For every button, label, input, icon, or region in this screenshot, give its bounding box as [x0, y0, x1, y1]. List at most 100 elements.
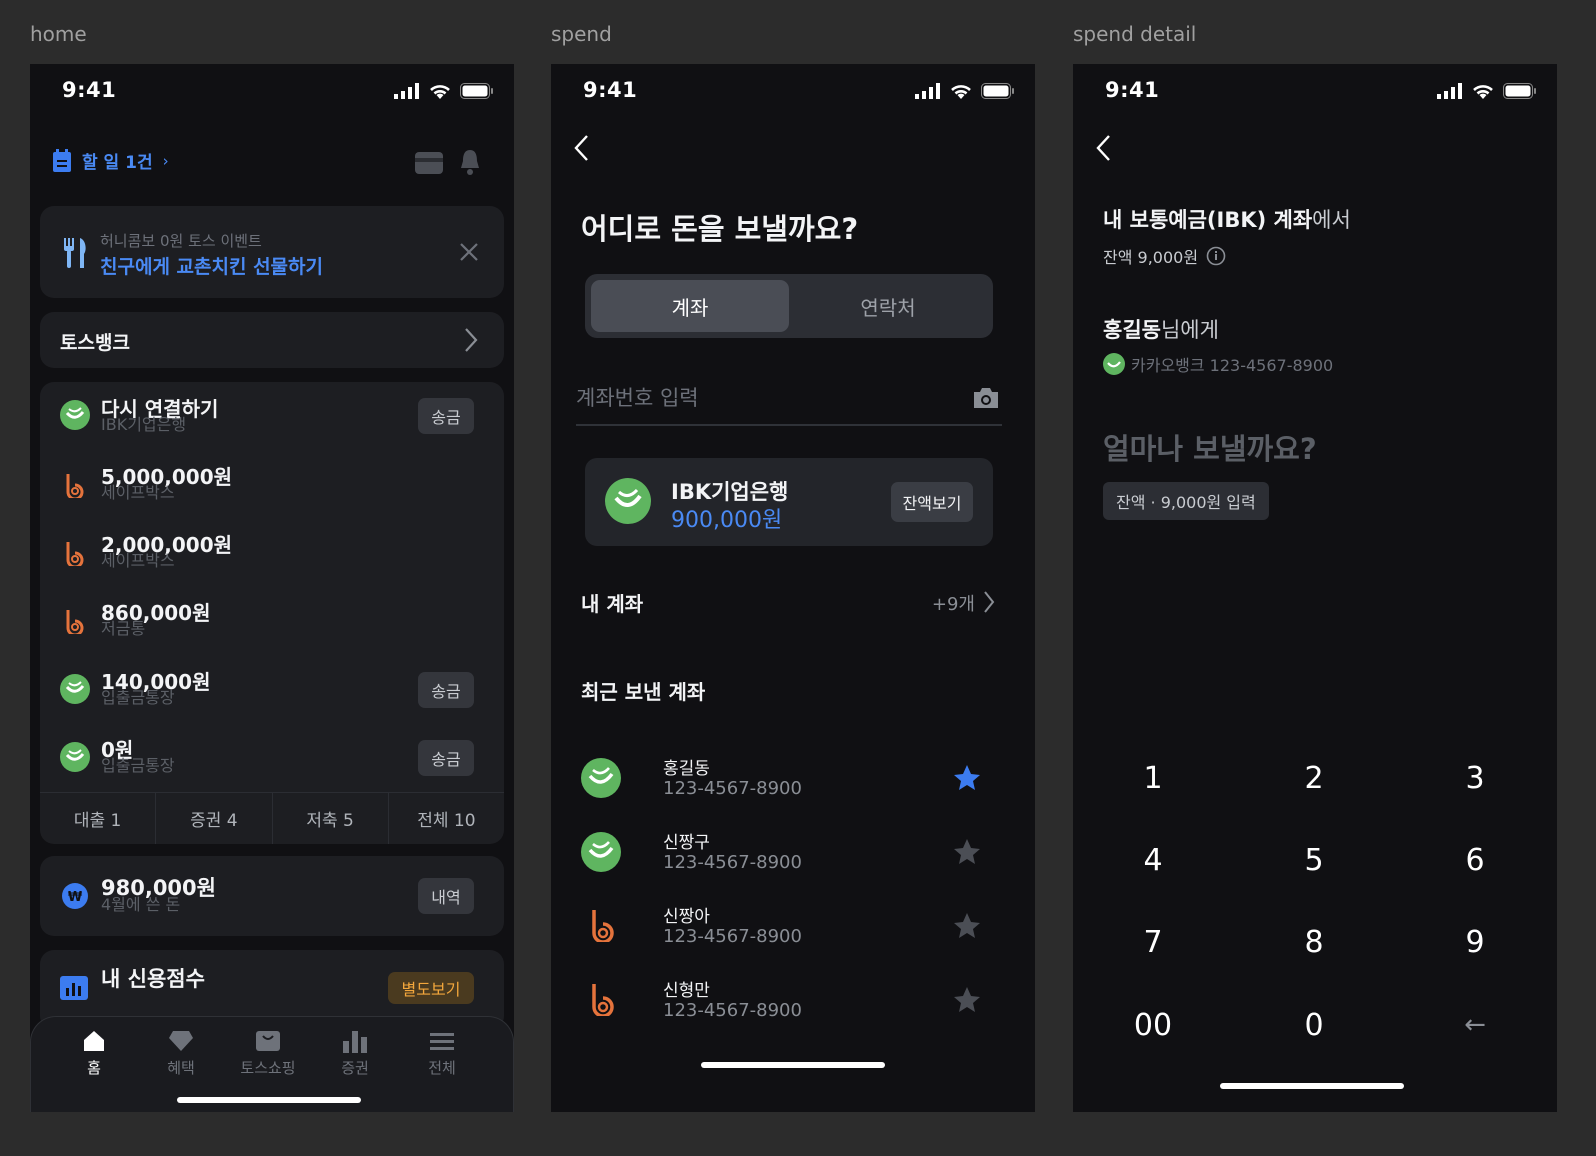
chevron-right-icon — [984, 591, 995, 613]
segment-control: 계좌 연락처 — [585, 274, 993, 338]
category-tabs: 대출 1 증권 4 저축 5 전체 10 — [40, 792, 504, 844]
chevron-right-icon — [465, 328, 478, 352]
safebox-logo-icon — [592, 984, 614, 1016]
recent-name: 신짱아 — [663, 907, 710, 927]
category-tab[interactable]: 저축 5 — [273, 793, 389, 844]
keypad-key[interactable]: 5 — [1264, 830, 1364, 890]
home-indicator — [177, 1097, 361, 1103]
star-icon[interactable] — [953, 986, 981, 1014]
toss-bank-row[interactable]: 토스뱅크 — [40, 312, 504, 368]
battery-icon — [981, 83, 1014, 99]
status-time: 9:41 — [62, 78, 117, 102]
keypad-key[interactable]: 3 — [1425, 748, 1525, 808]
star-filled-icon[interactable] — [953, 764, 981, 792]
tab-home[interactable]: 홈 — [59, 1029, 129, 1078]
battery-icon — [1503, 83, 1536, 99]
keypad-key[interactable]: 0 — [1264, 995, 1364, 1055]
segment-contacts[interactable]: 연락처 — [789, 280, 987, 332]
recipient-suffix: 님에게 — [1160, 318, 1219, 342]
recent-item[interactable]: 신짱아 123-4567-8900 — [551, 892, 1035, 962]
keypad-key[interactable]: 7 — [1103, 912, 1203, 972]
ibk-logo-icon — [581, 758, 621, 798]
account-subtitle: 입출금통장 — [101, 688, 175, 707]
send-button[interactable]: 송금 — [418, 740, 474, 776]
keypad-key[interactable]: 8 — [1264, 912, 1364, 972]
credit-view-button[interactable]: 별도보기 — [388, 972, 474, 1004]
keypad-key[interactable]: 9 — [1425, 912, 1525, 972]
keypad-key[interactable]: 1 — [1103, 748, 1203, 808]
star-icon[interactable] — [953, 838, 981, 866]
send-button[interactable]: 송금 — [418, 672, 474, 708]
tab-label: 토스쇼핑 — [240, 1059, 296, 1077]
category-tab[interactable]: 전체 10 — [389, 793, 504, 844]
recent-item[interactable]: 홍길동 123-4567-8900 — [551, 744, 1035, 814]
bell-icon[interactable] — [458, 148, 482, 176]
category-tab[interactable]: 증권 4 — [156, 793, 273, 844]
close-icon[interactable] — [459, 242, 479, 262]
recent-list: 홍길동 123-4567-8900 신짱구 123-4567-8900 신짱아 … — [551, 744, 1035, 1044]
spend-card[interactable]: ₩ 980,000원 4월에 쓴 돈 내역 — [40, 856, 504, 936]
info-icon[interactable] — [1206, 246, 1226, 266]
recent-item[interactable]: 신짱구 123-4567-8900 — [551, 818, 1035, 888]
gem-icon — [169, 1031, 193, 1051]
view-balance-button[interactable]: 잔액보기 — [891, 482, 973, 522]
from-account: 내 보통예금(IBK) 계좌에서 — [1103, 204, 1351, 234]
account-card[interactable]: IBK기업은행 900,000원 잔액보기 — [585, 458, 993, 546]
back-arrow-icon[interactable] — [573, 134, 589, 162]
back-arrow-icon[interactable] — [1095, 134, 1111, 162]
keypad-key[interactable]: 00 — [1103, 995, 1203, 1055]
todo-link[interactable]: 할 일 1건 › — [52, 148, 169, 173]
keypad-key[interactable]: 4 — [1103, 830, 1203, 890]
stocks-icon — [343, 1031, 367, 1053]
history-button[interactable]: 내역 — [418, 878, 474, 914]
recent-item[interactable]: 신형만 123-4567-8900 — [551, 966, 1035, 1036]
category-tab[interactable]: 대출 1 — [40, 793, 157, 844]
tab-all[interactable]: 전체 — [407, 1029, 477, 1078]
event-banner[interactable]: 허니콤보 0원 토스 이벤트 친구에게 교촌치킨 선물하기 — [40, 206, 504, 298]
recipient-account-row: 카카오뱅크 123-4567-8900 — [1103, 352, 1333, 376]
ibk-logo-icon — [605, 478, 651, 524]
camera-icon[interactable] — [972, 386, 1000, 410]
spend-detail-screen: 9:41 내 보통예금(IBK) 계좌에서 잔액 9,000원 홍길동님에게 카… — [1073, 64, 1557, 1112]
signal-icon — [394, 83, 419, 99]
account-subtitle: 세이프박스 — [101, 483, 175, 502]
balance-text: 잔액 9,000원 — [1103, 248, 1199, 267]
recent-title: 최근 보낸 계좌 — [581, 680, 706, 704]
segment-account[interactable]: 계좌 — [591, 280, 789, 332]
tab-shopping[interactable]: 토스쇼핑 — [233, 1029, 303, 1078]
balance-chip[interactable]: 잔액 · 9,000원 입력 — [1103, 482, 1269, 520]
home-indicator — [701, 1062, 885, 1068]
safebox-logo-icon — [66, 610, 84, 634]
tab-stocks[interactable]: 증권 — [320, 1029, 390, 1078]
star-icon[interactable] — [953, 912, 981, 940]
wifi-icon — [430, 85, 450, 99]
banner-small-text: 허니콤보 0원 토스 이벤트 — [100, 232, 262, 250]
menu-icon — [430, 1033, 454, 1050]
recent-name: 홍길동 — [663, 759, 710, 779]
amount-question[interactable]: 얼마나 보낼까요? — [1103, 426, 1317, 468]
status-time: 9:41 — [1105, 78, 1160, 102]
backspace-key[interactable]: ← — [1425, 995, 1525, 1055]
wifi-icon — [951, 85, 971, 99]
from-account-name: 내 보통예금(IBK) 계좌 — [1103, 208, 1313, 232]
tab-benefits[interactable]: 혜택 — [146, 1029, 216, 1078]
account-subtitle: 세이프박스 — [101, 551, 175, 570]
shopping-bag-icon — [256, 1031, 280, 1051]
card-icon[interactable] — [415, 152, 443, 174]
wifi-icon — [1473, 85, 1493, 99]
recent-number: 123-4567-8900 — [663, 778, 802, 799]
keypad: 1 2 3 4 5 6 7 8 9 00 0 ← — [1073, 734, 1557, 1064]
bottom-tab-bar: 홈 혜택 토스쇼핑 증권 전체 — [30, 1016, 514, 1112]
account-number-input[interactable]: 계좌번호 입력 — [576, 374, 1002, 426]
chevron-right-icon: › — [162, 151, 169, 170]
send-button[interactable]: 송금 — [418, 398, 474, 434]
fork-knife-icon — [64, 238, 86, 268]
my-accounts-row[interactable]: 내 계좌 +9개 — [581, 584, 1001, 620]
toss-bank-title: 토스뱅크 — [60, 332, 130, 354]
keypad-key[interactable]: 6 — [1425, 830, 1525, 890]
home-icon — [84, 1031, 104, 1051]
tab-label: 전체 — [428, 1059, 456, 1077]
keypad-key[interactable]: 2 — [1264, 748, 1364, 808]
banner-main-text: 친구에게 교촌치킨 선물하기 — [100, 256, 323, 278]
recipient: 홍길동님에게 — [1103, 314, 1219, 344]
